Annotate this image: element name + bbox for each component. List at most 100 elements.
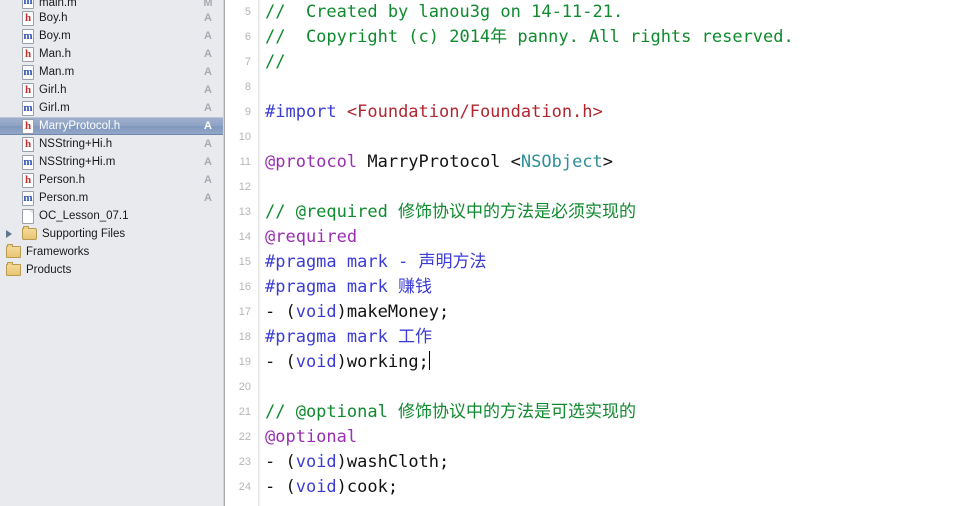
code-token-plain: - (: [265, 352, 296, 372]
navigator-row[interactable]: m Person.m A: [0, 189, 225, 207]
navigator-item-label: OC_Lesson_07.1: [39, 210, 129, 222]
line-number: 13: [238, 206, 251, 218]
disclosure-triangle-icon[interactable]: [6, 230, 12, 238]
code-line-text: #pragma mark 工作: [265, 325, 432, 350]
line-number: 10: [238, 131, 251, 143]
navigator-row[interactable]: Frameworks: [0, 243, 225, 261]
scm-status-badge: A: [204, 30, 212, 42]
scm-status-badge: M: [203, 0, 213, 9]
code-line[interactable]: 19 - (void)working;: [225, 350, 968, 375]
project-navigator-panel[interactable]: m main.m Mh Boy.h Am Boy.m Ah Man.h Am Man.m Ah Gir…: [0, 0, 225, 506]
code-line[interactable]: 21 // @optional 修饰协议中的方法是可选实现的: [225, 400, 968, 425]
m-file-icon: m: [22, 154, 34, 170]
code-line[interactable]: 7 //: [225, 50, 968, 75]
navigator-row[interactable]: m Man.m A: [0, 63, 225, 81]
h-file-icon: h: [22, 136, 34, 152]
code-token-cmt: // @optional 修饰协议中的方法是可选实现的: [265, 402, 637, 422]
line-number: 16: [238, 281, 251, 293]
file-type-letter: h: [24, 83, 32, 96]
line-number: 11: [239, 156, 251, 168]
navigator-row[interactable]: h NSString+Hi.h A: [0, 135, 225, 153]
folder-icon: [6, 244, 21, 258]
navigator-item-label: Man.h: [39, 48, 71, 60]
code-line-text: // Copyright (c) 2014年 panny. All rights…: [265, 25, 794, 50]
code-line[interactable]: 24 - (void)cook;: [225, 475, 968, 500]
scm-status-badge: A: [204, 138, 212, 150]
code-line[interactable]: 10: [225, 125, 968, 150]
navigator-row[interactable]: m NSString+Hi.m A: [0, 153, 225, 171]
navigator-row[interactable]: Supporting Files: [0, 225, 225, 243]
code-line[interactable]: 18 #pragma mark 工作: [225, 325, 968, 350]
code-token-typ: NSObject: [520, 152, 603, 172]
navigator-row[interactable]: Products: [0, 261, 225, 279]
code-token-cmt: // Copyright (c) 2014年 panny. All rights…: [265, 27, 794, 47]
code-line[interactable]: 8: [225, 75, 968, 100]
navigator-row[interactable]: m main.m M: [0, 0, 225, 9]
code-token-kw: @protocol: [265, 152, 358, 172]
navigator-item-label: Person.h: [39, 174, 86, 186]
line-number: 21: [238, 406, 251, 418]
scm-status-badge: A: [204, 102, 212, 114]
h-file-icon: h: [22, 118, 34, 134]
code-token-str: <Foundation/Foundation.h>: [346, 102, 603, 122]
file-type-letter: m: [23, 65, 33, 78]
navigator-row[interactable]: h Man.h A: [0, 45, 225, 63]
code-line[interactable]: 9 #import <Foundation/Foundation.h>: [225, 100, 968, 125]
code-line[interactable]: 17 - (void)makeMoney;: [225, 300, 968, 325]
code-line[interactable]: 16 #pragma mark 赚钱: [225, 275, 968, 300]
file-type-letter: m: [23, 0, 33, 7]
code-token-plain: )working;: [336, 352, 429, 372]
navigator-item-label: Products: [26, 264, 72, 276]
code-line[interactable]: 13 // @required 修饰协议中的方法是必须实现的: [225, 200, 968, 225]
plain-file-icon: [22, 208, 34, 224]
code-text-area[interactable]: 5 // Created by lanou3g on 14-11-21. 6 // C…: [225, 0, 968, 500]
code-line[interactable]: 22 @optional: [225, 425, 968, 450]
navigator-row[interactable]: h Person.h A: [0, 171, 225, 189]
navigator-row[interactable]: h Boy.h A: [0, 9, 225, 27]
code-line[interactable]: 23 - (void)washCloth;: [225, 450, 968, 475]
code-token-pre: void: [295, 352, 337, 372]
code-line-text: - (void)cook;: [265, 475, 398, 500]
h-file-icon: h: [22, 82, 34, 98]
h-file-icon: h: [22, 46, 34, 62]
code-line[interactable]: 6 // Copyright (c) 2014年 panny. All right…: [225, 25, 968, 50]
navigator-row[interactable]: m Boy.m A: [0, 27, 225, 45]
h-file-icon: h: [22, 172, 34, 188]
scm-status-badge: A: [204, 120, 212, 132]
file-type-letter: h: [24, 137, 32, 150]
line-number: 18: [238, 331, 251, 343]
code-line-text: // @required 修饰协议中的方法是必须实现的: [265, 200, 636, 225]
code-token-pre: #pragma mark - 声明方法: [265, 252, 487, 272]
code-line-text: - (void)washCloth;: [265, 450, 449, 475]
line-number: 17: [238, 306, 251, 318]
source-code-editor[interactable]: 5 // Created by lanou3g on 14-11-21. 6 // C…: [225, 0, 968, 506]
file-type-letter: h: [24, 47, 32, 60]
code-token-cmt: // @required 修饰协议中的方法是必须实现的: [265, 202, 637, 222]
navigator-row[interactable]: h MarryProtocol.h A: [0, 117, 225, 135]
code-line[interactable]: 12: [225, 175, 968, 200]
scm-status-badge: A: [204, 66, 212, 78]
navigator-row[interactable]: m Girl.m A: [0, 99, 225, 117]
scm-status-badge: A: [204, 48, 212, 60]
project-navigator-list[interactable]: m main.m Mh Boy.h Am Boy.m Ah Man.h Am Man.m Ah Gir…: [0, 0, 225, 279]
code-token-plain: )washCloth;: [336, 452, 450, 472]
code-line[interactable]: 5 // Created by lanou3g on 14-11-21.: [225, 0, 968, 25]
file-type-letter: h: [24, 119, 32, 132]
code-line[interactable]: 11 @protocol MarryProtocol <NSObject>: [225, 150, 968, 175]
m-file-icon: m: [22, 100, 34, 116]
code-line[interactable]: 20: [225, 375, 968, 400]
folder-icon: [6, 262, 21, 276]
navigator-row[interactable]: OC_Lesson_07.1: [0, 207, 225, 225]
code-line-text: #import <Foundation/Foundation.h>: [265, 100, 603, 125]
code-line[interactable]: 15 #pragma mark - 声明方法: [225, 250, 968, 275]
line-number: 23: [238, 456, 251, 468]
code-line-text: #pragma mark 赚钱: [265, 275, 432, 300]
xcode-window: m main.m Mh Boy.h Am Boy.m Ah Man.h Am Man.m Ah Gir…: [0, 0, 968, 506]
line-number: 19: [238, 356, 251, 368]
navigator-item-label: NSString+Hi.h: [39, 138, 113, 150]
navigator-row[interactable]: h Girl.h A: [0, 81, 225, 99]
code-line[interactable]: 14 @required: [225, 225, 968, 250]
code-token-plain: - (: [265, 452, 296, 472]
code-line-text: @required: [265, 225, 357, 250]
code-token-pre: #import: [265, 102, 347, 122]
